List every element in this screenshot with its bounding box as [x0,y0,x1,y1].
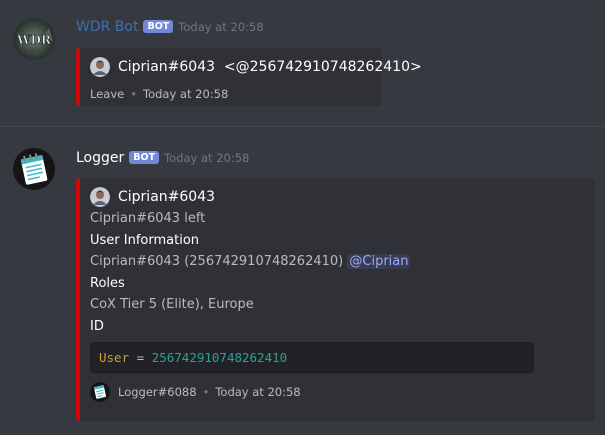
wdr-logo-icon[interactable]: WDR [13,18,55,60]
code-key: User [99,350,130,365]
timestamp[interactable]: Today at 20:58 [164,151,249,165]
embed-footer: Leave • Today at 20:58 [90,87,382,101]
user-mention[interactable]: @Ciprian [347,254,411,269]
svg-text:WDR: WDR [16,33,52,47]
bot-tag: BOT [129,151,160,164]
embed-author-name[interactable]: Ciprian#6043 [118,189,215,205]
footer-text: Logger#6088 [118,385,197,399]
message-wdr-bot: WDR WDR Bot BOT Today at 20:58 Ciprian#6… [0,0,605,126]
footer-separator: • [202,385,210,399]
embed-footer: Logger#6088 • Today at 20:58 [90,382,595,402]
field-name-id: ID [90,319,104,334]
code-operator: = [129,350,152,365]
bot-tag: BOT [143,20,174,33]
field-name-roles: Roles [90,276,125,291]
message-logger: Logger BOT Today at 20:58 Ciprian#6043 C… [0,127,605,435]
field-name-user-information: User Information [90,233,200,248]
embed: Ciprian#6043 <@256742910748262410> Leave… [76,48,422,106]
footer-timestamp: Today at 20:58 [215,385,301,399]
footer-separator: • [130,87,138,101]
field-value-user-information: Ciprian#6043 (256742910748262410) @Cipri… [90,254,595,269]
username[interactable]: WDR Bot [76,19,138,35]
embed-description: Ciprian#6043 left [90,211,206,226]
footer-timestamp: Today at 20:58 [143,87,229,101]
embed-author: Ciprian#6043 <@256742910748262410> [90,57,422,77]
notepad-icon [90,382,110,402]
embed-author-name[interactable]: Ciprian#6043 <@256742910748262410> [118,59,422,75]
timestamp[interactable]: Today at 20:58 [178,20,263,34]
user-avatar-icon [90,187,110,207]
user-avatar-icon [90,57,110,77]
field-value-roles: CoX Tier 5 (Elite), Europe [90,297,254,312]
code-value: 256742910748262410 [151,350,288,365]
footer-text: Leave [90,87,125,101]
notepad-icon[interactable] [13,148,55,190]
user-info-text: Ciprian#6043 (256742910748262410) [90,254,344,269]
embed-author: Ciprian#6043 [90,187,595,207]
embed: Ciprian#6043 Ciprian#6043 left User Info… [76,178,595,421]
code-block: User = 256742910748262410 [90,342,534,373]
username[interactable]: Logger [76,150,124,166]
